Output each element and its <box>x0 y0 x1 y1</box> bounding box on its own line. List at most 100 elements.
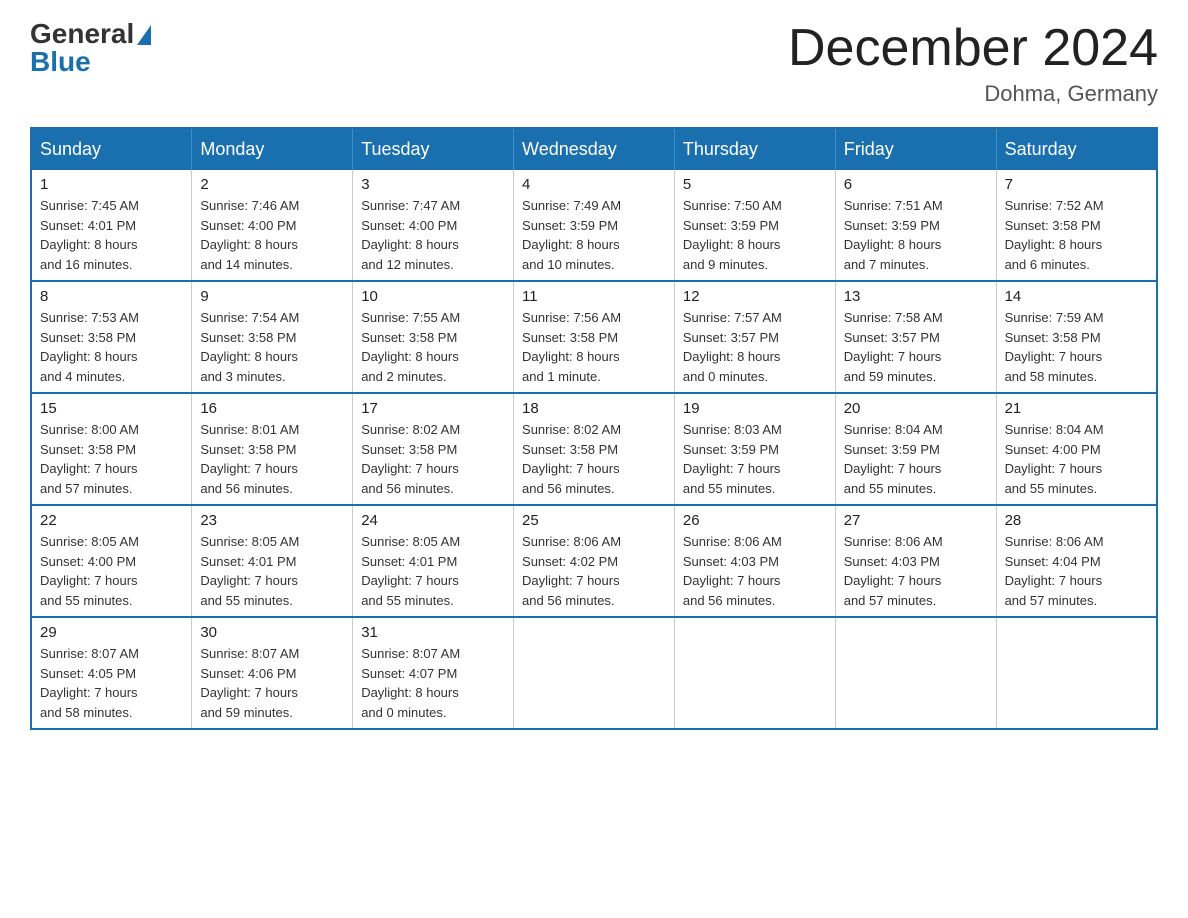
calendar-cell: 5 Sunrise: 7:50 AMSunset: 3:59 PMDayligh… <box>674 170 835 281</box>
day-number: 5 <box>683 176 827 193</box>
calendar-cell: 8 Sunrise: 7:53 AMSunset: 3:58 PMDayligh… <box>31 281 192 393</box>
weekday-header-wednesday: Wednesday <box>514 128 675 170</box>
day-number: 26 <box>683 512 827 529</box>
day-info: Sunrise: 8:07 AMSunset: 4:07 PMDaylight:… <box>361 644 505 722</box>
calendar-cell: 20 Sunrise: 8:04 AMSunset: 3:59 PMDaylig… <box>835 393 996 505</box>
day-info: Sunrise: 8:06 AMSunset: 4:04 PMDaylight:… <box>1005 532 1148 610</box>
calendar-cell: 26 Sunrise: 8:06 AMSunset: 4:03 PMDaylig… <box>674 505 835 617</box>
calendar-cell: 10 Sunrise: 7:55 AMSunset: 3:58 PMDaylig… <box>353 281 514 393</box>
calendar-cell: 29 Sunrise: 8:07 AMSunset: 4:05 PMDaylig… <box>31 617 192 729</box>
day-number: 7 <box>1005 176 1148 193</box>
day-number: 17 <box>361 400 505 417</box>
title-block: December 2024 Dohma, Germany <box>788 20 1158 107</box>
calendar-cell <box>514 617 675 729</box>
day-number: 27 <box>844 512 988 529</box>
calendar-cell: 23 Sunrise: 8:05 AMSunset: 4:01 PMDaylig… <box>192 505 353 617</box>
calendar-cell: 1 Sunrise: 7:45 AMSunset: 4:01 PMDayligh… <box>31 170 192 281</box>
day-number: 28 <box>1005 512 1148 529</box>
calendar-table: SundayMondayTuesdayWednesdayThursdayFrid… <box>30 127 1158 730</box>
weekday-header-row: SundayMondayTuesdayWednesdayThursdayFrid… <box>31 128 1157 170</box>
day-number: 20 <box>844 400 988 417</box>
day-info: Sunrise: 8:02 AMSunset: 3:58 PMDaylight:… <box>522 420 666 498</box>
day-info: Sunrise: 7:47 AMSunset: 4:00 PMDaylight:… <box>361 196 505 274</box>
day-info: Sunrise: 7:51 AMSunset: 3:59 PMDaylight:… <box>844 196 988 274</box>
day-info: Sunrise: 7:53 AMSunset: 3:58 PMDaylight:… <box>40 308 183 386</box>
logo-triangle-icon <box>137 25 151 45</box>
day-info: Sunrise: 8:06 AMSunset: 4:03 PMDaylight:… <box>844 532 988 610</box>
day-number: 29 <box>40 624 183 641</box>
day-info: Sunrise: 8:05 AMSunset: 4:01 PMDaylight:… <box>361 532 505 610</box>
location-text: Dohma, Germany <box>788 81 1158 107</box>
calendar-cell: 31 Sunrise: 8:07 AMSunset: 4:07 PMDaylig… <box>353 617 514 729</box>
day-number: 31 <box>361 624 505 641</box>
calendar-cell: 16 Sunrise: 8:01 AMSunset: 3:58 PMDaylig… <box>192 393 353 505</box>
calendar-cell: 25 Sunrise: 8:06 AMSunset: 4:02 PMDaylig… <box>514 505 675 617</box>
day-info: Sunrise: 8:01 AMSunset: 3:58 PMDaylight:… <box>200 420 344 498</box>
calendar-cell: 7 Sunrise: 7:52 AMSunset: 3:58 PMDayligh… <box>996 170 1157 281</box>
day-info: Sunrise: 8:02 AMSunset: 3:58 PMDaylight:… <box>361 420 505 498</box>
calendar-cell: 28 Sunrise: 8:06 AMSunset: 4:04 PMDaylig… <box>996 505 1157 617</box>
weekday-header-saturday: Saturday <box>996 128 1157 170</box>
day-info: Sunrise: 7:46 AMSunset: 4:00 PMDaylight:… <box>200 196 344 274</box>
calendar-cell: 2 Sunrise: 7:46 AMSunset: 4:00 PMDayligh… <box>192 170 353 281</box>
day-info: Sunrise: 8:00 AMSunset: 3:58 PMDaylight:… <box>40 420 183 498</box>
day-info: Sunrise: 7:50 AMSunset: 3:59 PMDaylight:… <box>683 196 827 274</box>
day-number: 1 <box>40 176 183 193</box>
calendar-cell <box>835 617 996 729</box>
calendar-cell: 17 Sunrise: 8:02 AMSunset: 3:58 PMDaylig… <box>353 393 514 505</box>
day-number: 22 <box>40 512 183 529</box>
calendar-cell <box>674 617 835 729</box>
day-number: 9 <box>200 288 344 305</box>
day-number: 10 <box>361 288 505 305</box>
day-info: Sunrise: 8:06 AMSunset: 4:02 PMDaylight:… <box>522 532 666 610</box>
day-number: 4 <box>522 176 666 193</box>
day-info: Sunrise: 7:49 AMSunset: 3:59 PMDaylight:… <box>522 196 666 274</box>
weekday-header-monday: Monday <box>192 128 353 170</box>
day-number: 24 <box>361 512 505 529</box>
day-number: 12 <box>683 288 827 305</box>
calendar-week-row: 22 Sunrise: 8:05 AMSunset: 4:00 PMDaylig… <box>31 505 1157 617</box>
calendar-cell: 30 Sunrise: 8:07 AMSunset: 4:06 PMDaylig… <box>192 617 353 729</box>
day-info: Sunrise: 8:05 AMSunset: 4:01 PMDaylight:… <box>200 532 344 610</box>
calendar-cell: 12 Sunrise: 7:57 AMSunset: 3:57 PMDaylig… <box>674 281 835 393</box>
weekday-header-friday: Friday <box>835 128 996 170</box>
calendar-cell: 6 Sunrise: 7:51 AMSunset: 3:59 PMDayligh… <box>835 170 996 281</box>
weekday-header-tuesday: Tuesday <box>353 128 514 170</box>
calendar-cell: 11 Sunrise: 7:56 AMSunset: 3:58 PMDaylig… <box>514 281 675 393</box>
calendar-cell: 21 Sunrise: 8:04 AMSunset: 4:00 PMDaylig… <box>996 393 1157 505</box>
calendar-week-row: 8 Sunrise: 7:53 AMSunset: 3:58 PMDayligh… <box>31 281 1157 393</box>
day-info: Sunrise: 7:52 AMSunset: 3:58 PMDaylight:… <box>1005 196 1148 274</box>
calendar-cell: 15 Sunrise: 8:00 AMSunset: 3:58 PMDaylig… <box>31 393 192 505</box>
day-info: Sunrise: 7:45 AMSunset: 4:01 PMDaylight:… <box>40 196 183 274</box>
day-info: Sunrise: 8:07 AMSunset: 4:06 PMDaylight:… <box>200 644 344 722</box>
logo: General Blue <box>30 20 151 76</box>
calendar-cell <box>996 617 1157 729</box>
day-number: 21 <box>1005 400 1148 417</box>
day-number: 2 <box>200 176 344 193</box>
day-number: 30 <box>200 624 344 641</box>
calendar-cell: 22 Sunrise: 8:05 AMSunset: 4:00 PMDaylig… <box>31 505 192 617</box>
day-number: 6 <box>844 176 988 193</box>
month-title: December 2024 <box>788 20 1158 77</box>
calendar-cell: 18 Sunrise: 8:02 AMSunset: 3:58 PMDaylig… <box>514 393 675 505</box>
weekday-header-thursday: Thursday <box>674 128 835 170</box>
calendar-cell: 19 Sunrise: 8:03 AMSunset: 3:59 PMDaylig… <box>674 393 835 505</box>
day-info: Sunrise: 8:06 AMSunset: 4:03 PMDaylight:… <box>683 532 827 610</box>
page-header: General Blue December 2024 Dohma, German… <box>30 20 1158 107</box>
day-number: 3 <box>361 176 505 193</box>
day-info: Sunrise: 7:57 AMSunset: 3:57 PMDaylight:… <box>683 308 827 386</box>
calendar-week-row: 1 Sunrise: 7:45 AMSunset: 4:01 PMDayligh… <box>31 170 1157 281</box>
day-number: 25 <box>522 512 666 529</box>
calendar-week-row: 15 Sunrise: 8:00 AMSunset: 3:58 PMDaylig… <box>31 393 1157 505</box>
day-info: Sunrise: 8:07 AMSunset: 4:05 PMDaylight:… <box>40 644 183 722</box>
day-info: Sunrise: 7:58 AMSunset: 3:57 PMDaylight:… <box>844 308 988 386</box>
day-number: 13 <box>844 288 988 305</box>
day-info: Sunrise: 7:59 AMSunset: 3:58 PMDaylight:… <box>1005 308 1148 386</box>
day-number: 14 <box>1005 288 1148 305</box>
logo-blue-text: Blue <box>30 48 91 76</box>
day-info: Sunrise: 8:03 AMSunset: 3:59 PMDaylight:… <box>683 420 827 498</box>
day-info: Sunrise: 7:55 AMSunset: 3:58 PMDaylight:… <box>361 308 505 386</box>
calendar-cell: 24 Sunrise: 8:05 AMSunset: 4:01 PMDaylig… <box>353 505 514 617</box>
calendar-cell: 4 Sunrise: 7:49 AMSunset: 3:59 PMDayligh… <box>514 170 675 281</box>
day-number: 23 <box>200 512 344 529</box>
